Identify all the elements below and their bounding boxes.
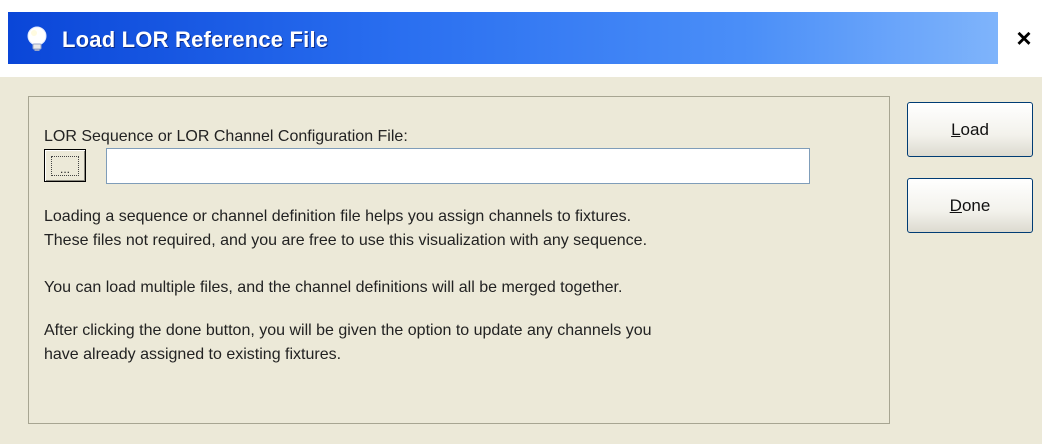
help-line: These files not required, and you are fr… xyxy=(44,232,648,249)
load-button[interactable]: Load xyxy=(907,102,1033,157)
help-paragraph-merge: You can load multiple files, and the cha… xyxy=(44,276,622,300)
title-bar: Load LOR Reference File × xyxy=(0,0,1042,77)
help-paragraph-assign: Loading a sequence or channel definition… xyxy=(44,205,647,253)
help-paragraph-done: After clicking the done button, you will… xyxy=(44,319,652,367)
help-line: After clicking the done button, you will… xyxy=(44,322,652,339)
done-label-rest: one xyxy=(961,195,991,215)
close-icon: × xyxy=(1016,22,1032,53)
lightbulb-icon xyxy=(27,26,47,51)
close-button[interactable]: × xyxy=(1006,14,1042,62)
help-line: have already assigned to existing fixtur… xyxy=(44,346,342,363)
load-mnemonic: L xyxy=(951,119,961,139)
file-field-label: LOR Sequence or LOR Channel Configuratio… xyxy=(44,128,408,145)
done-mnemonic: D xyxy=(949,195,962,215)
ellipsis-icon: ... xyxy=(51,155,79,176)
load-label-rest: oad xyxy=(960,119,989,139)
file-path-input[interactable] xyxy=(106,148,810,184)
help-line: You can load multiple files, and the cha… xyxy=(44,279,623,296)
dialog-title: Load LOR Reference File xyxy=(62,27,329,52)
load-lor-reference-dialog: Load LOR Reference File × LOR Sequence o… xyxy=(0,0,1042,444)
help-line: Loading a sequence or channel definition… xyxy=(44,208,632,225)
browse-button[interactable]: ... xyxy=(44,149,86,182)
done-button[interactable]: Done xyxy=(907,178,1033,233)
